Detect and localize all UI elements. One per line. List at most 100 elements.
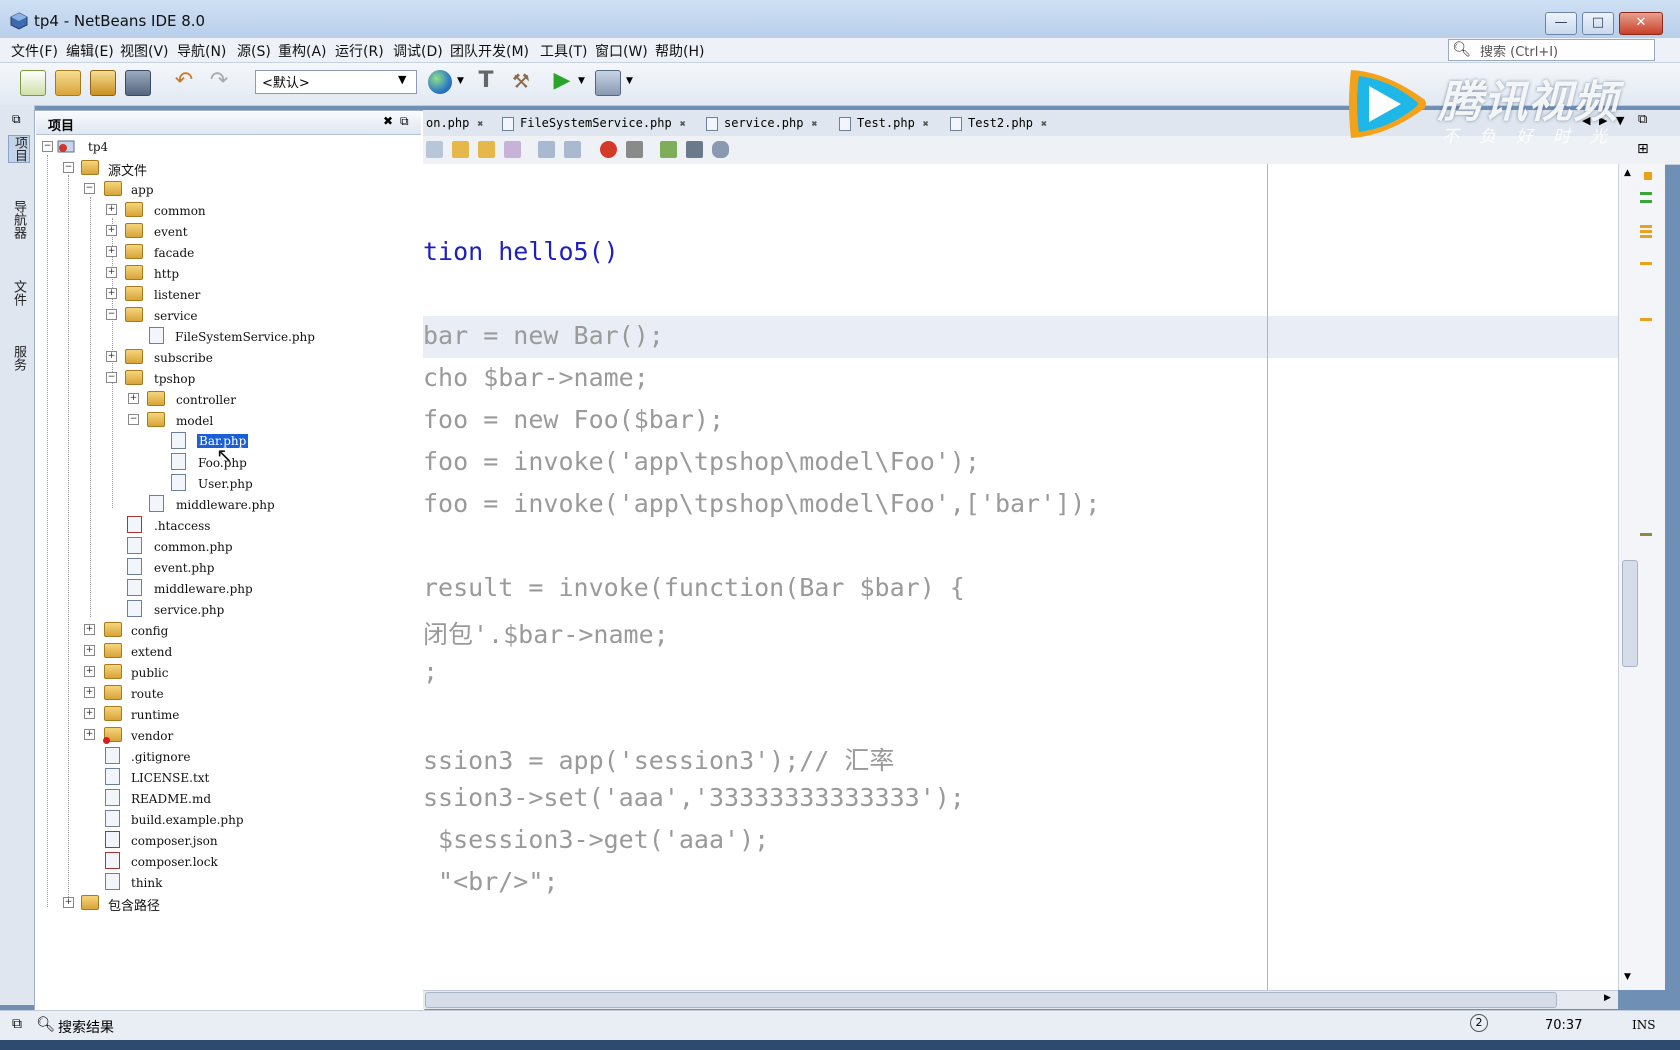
new-project-icon[interactable] <box>55 70 81 96</box>
run-icon[interactable]: ▶ <box>550 70 574 94</box>
shift-line-icon[interactable] <box>426 141 443 158</box>
tree-item-model[interactable]: model <box>176 414 213 428</box>
tree-item-subscribe[interactable]: subscribe <box>154 351 213 365</box>
close-icon[interactable]: ✖ <box>383 114 393 128</box>
tree-item-route[interactable]: route <box>131 687 164 701</box>
expand-toggle[interactable]: + <box>84 624 95 635</box>
expand-toggle[interactable]: + <box>84 708 95 719</box>
tree-item-filesystemservice[interactable]: FileSystemService.php <box>175 330 315 344</box>
collapse-toggle[interactable]: − <box>106 372 117 383</box>
tab-files[interactable]: 文件 <box>8 280 28 306</box>
undo-icon[interactable]: ↶ <box>172 70 196 94</box>
tab-on-php[interactable]: on.php ✖ <box>426 112 496 134</box>
notification-icon[interactable]: 2 <box>1470 1014 1488 1032</box>
expand-toggle[interactable]: + <box>106 225 117 236</box>
menu-edit[interactable]: 编辑(E) <box>66 41 114 61</box>
clean-build-icon[interactable]: ⚒ <box>509 70 533 94</box>
tree-item-middleware-php[interactable]: middleware.php <box>154 582 253 596</box>
expand-toggle[interactable]: + <box>106 351 117 362</box>
menu-view[interactable]: 视图(V) <box>120 41 169 61</box>
tab-navigator[interactable]: 导航器 <box>8 200 28 239</box>
scroll-down-icon[interactable]: ▼ <box>1624 972 1631 982</box>
stop-macro-icon[interactable] <box>626 141 643 158</box>
maximize-icon[interactable]: ⧉ <box>400 114 409 129</box>
tree-item-vendor[interactable]: vendor <box>131 729 173 743</box>
tree-item-extend[interactable]: extend <box>131 645 172 659</box>
restore-window-icon[interactable]: ⧉ <box>12 1016 22 1032</box>
chevron-down-icon[interactable]: ▼ <box>578 76 585 86</box>
tree-item-facade[interactable]: facade <box>154 246 194 260</box>
tab-test2-php[interactable]: Test2.php ✖ <box>950 112 1062 134</box>
expand-toggle[interactable]: + <box>63 897 74 908</box>
tree-item-http[interactable]: http <box>154 267 179 281</box>
tree-item-think[interactable]: think <box>131 876 162 890</box>
scroll-right-icon[interactable]: ▶ <box>1604 993 1611 1003</box>
tree-item-composer-json[interactable]: composer.json <box>131 834 218 848</box>
start-macro-icon[interactable] <box>600 141 617 158</box>
tree-item-listener[interactable]: listener <box>154 288 200 302</box>
tab-test-php[interactable]: Test.php ✖ <box>839 112 942 134</box>
menu-debug[interactable]: 调试(D) <box>393 41 443 61</box>
next-bookmark-icon[interactable] <box>478 141 495 158</box>
warning-marker[interactable] <box>1640 318 1652 321</box>
maximize-button[interactable]: □ <box>1582 12 1614 35</box>
close-icon[interactable]: ✖ <box>477 119 483 130</box>
shift-right-icon[interactable] <box>564 141 581 158</box>
chevron-down-icon[interactable]: ▼ <box>626 76 633 86</box>
shift-left-icon[interactable] <box>538 141 555 158</box>
tree-item-gitignore[interactable]: .gitignore <box>131 750 190 764</box>
tree-item-service-php[interactable]: service.php <box>154 603 224 617</box>
tab-service-php[interactable]: service.php ✖ <box>706 112 831 134</box>
scroll-up-icon[interactable]: ▲ <box>1624 168 1631 178</box>
tree-item-user[interactable]: User.php <box>198 477 253 491</box>
expand-toggle[interactable]: + <box>84 729 95 740</box>
warning-marker[interactable] <box>1640 235 1652 238</box>
toggle-bookmark-icon[interactable] <box>504 141 521 158</box>
tab-projects[interactable]: 项目 <box>8 135 30 163</box>
collapse-toggle[interactable]: − <box>128 414 139 425</box>
tree-item-service[interactable]: service <box>154 309 197 323</box>
debug-icon[interactable] <box>595 70 621 96</box>
change-marker[interactable] <box>1640 192 1652 195</box>
tab-filesystemservice-php[interactable]: FileSystemService.php ✖ <box>502 112 698 134</box>
tree-item-readme[interactable]: README.md <box>131 792 211 806</box>
tree-item-sources[interactable]: 源文件 <box>108 160 147 179</box>
menu-run[interactable]: 运行(R) <box>335 41 384 61</box>
tree-item-foo[interactable]: Foo.php <box>198 456 247 470</box>
collapse-toggle[interactable]: − <box>42 141 53 152</box>
restore-window-icon[interactable]: ⧉ <box>12 112 21 127</box>
tree-item-config[interactable]: config <box>131 624 168 638</box>
warning-marker[interactable] <box>1640 262 1652 265</box>
change-marker[interactable] <box>1640 200 1652 203</box>
new-file-icon[interactable] <box>20 70 46 96</box>
tree-item-composer-lock[interactable]: composer.lock <box>131 855 218 869</box>
menu-window[interactable]: 窗口(W) <box>595 41 648 61</box>
menu-refactor[interactable]: 重构(A) <box>278 41 327 61</box>
build-hammer-icon[interactable]: T <box>474 70 498 94</box>
expand-toggle[interactable]: + <box>106 288 117 299</box>
tree-item-app[interactable]: app <box>131 183 154 197</box>
tree-item-tpshop[interactable]: tpshop <box>154 372 195 386</box>
collapse-toggle[interactable]: − <box>106 309 117 320</box>
warning-marker[interactable] <box>1640 225 1652 228</box>
expand-toggle[interactable]: + <box>106 267 117 278</box>
close-icon[interactable]: ✖ <box>1041 119 1047 130</box>
search-results-tab[interactable]: 搜索结果 <box>58 1017 114 1037</box>
expand-toggle[interactable]: + <box>84 645 95 656</box>
caret-marker[interactable] <box>1640 533 1652 536</box>
save-all-icon[interactable] <box>125 70 151 96</box>
tree-item-license[interactable]: LICENSE.txt <box>131 771 209 785</box>
menu-help[interactable]: 帮助(H) <box>655 41 704 61</box>
warning-marker[interactable] <box>1644 172 1652 180</box>
comment-icon[interactable] <box>660 141 677 158</box>
split-view-icon[interactable]: ⊞ <box>1637 141 1649 157</box>
tree-item-tpshop-middleware[interactable]: middleware.php <box>176 498 275 512</box>
tree-item-public[interactable]: public <box>131 666 169 680</box>
menu-file[interactable]: 文件(F) <box>11 41 58 61</box>
tree-item-event-php[interactable]: event.php <box>154 561 214 575</box>
tree-item-htaccess[interactable]: .htaccess <box>154 519 210 533</box>
horizontal-scrollbar-thumb[interactable] <box>425 992 1557 1008</box>
close-icon[interactable]: ✖ <box>811 119 817 130</box>
browser-globe-icon[interactable] <box>428 70 452 94</box>
close-icon[interactable]: ✖ <box>923 119 929 130</box>
